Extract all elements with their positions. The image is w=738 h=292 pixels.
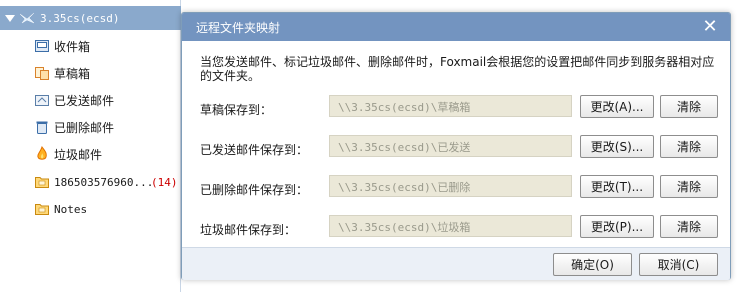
trash-icon	[36, 121, 48, 134]
clear-drafts-button[interactable]: 清除	[660, 95, 718, 118]
cancel-button[interactable]: 取消(C)	[639, 253, 718, 276]
folder-icon	[35, 204, 49, 215]
clear-deleted-button[interactable]: 清除	[660, 175, 718, 198]
sidebar-item-trash[interactable]: 已删除邮件	[0, 115, 181, 139]
sidebar-item-inbox[interactable]: 收件箱	[0, 34, 181, 58]
sent-path-field: \\3.35cs(ecsd)\已发送	[329, 135, 572, 157]
unread-count-badge: (14)	[151, 175, 178, 189]
change-sent-button[interactable]: 更改(S)...	[580, 135, 654, 158]
sidebar-item-junk[interactable]: 垃圾邮件	[0, 142, 181, 166]
sidebar-item-label: 已发送邮件	[54, 93, 115, 108]
junk-path-field: \\3.35cs(ecsd)\垃圾箱	[329, 215, 572, 237]
change-junk-button[interactable]: 更改(P)...	[580, 215, 654, 238]
folder-icon	[35, 177, 49, 188]
sent-mapping-label: 已发送邮件保存到：	[200, 143, 309, 157]
sidebar-item-sent[interactable]: 已发送邮件	[0, 88, 181, 112]
drafts-mapping-label: 草稿保存到：	[200, 103, 273, 117]
sidebar-item-label: 垃圾邮件	[54, 147, 103, 162]
dialog-titlebar[interactable]: 远程文件夹映射 ✕	[182, 13, 730, 41]
sidebar-item-label: 已删除邮件	[54, 120, 115, 135]
sidebar-item-drafts[interactable]: 草稿箱	[0, 61, 181, 85]
sidebar-item-label: Notes	[54, 202, 88, 216]
account-row[interactable]: 3.35cs(ecsd)	[0, 6, 181, 30]
clear-junk-button[interactable]: 清除	[660, 215, 718, 238]
sidebar-item-custom-folder[interactable]: 186503576960... (14)	[0, 170, 181, 194]
junk-icon	[37, 146, 47, 160]
change-drafts-button[interactable]: 更改(A)...	[580, 95, 654, 118]
change-deleted-button[interactable]: 更改(T)...	[580, 175, 654, 198]
close-icon[interactable]: ✕	[700, 16, 720, 37]
junk-mapping-label: 垃圾邮件保存到：	[200, 223, 297, 237]
sidebar-item-label: 收件箱	[54, 39, 91, 54]
sidebar-item-label: 186503576960...	[54, 175, 154, 189]
sidebar-item-label: 草稿箱	[54, 66, 91, 81]
dialog-title: 远程文件夹映射	[196, 21, 281, 35]
expand-triangle-icon[interactable]	[5, 14, 15, 22]
sent-icon	[35, 95, 49, 106]
account-swallow-icon	[19, 12, 35, 24]
remote-folder-mapping-dialog: 远程文件夹映射 ✕ 当您发送邮件、标记垃圾邮件、删除邮件时，Foxmail会根据…	[181, 12, 731, 280]
clear-sent-button[interactable]: 清除	[660, 135, 718, 158]
dialog-description: 当您发送邮件、标记垃圾邮件、删除邮件时，Foxmail会根据您的设置把邮件同步到…	[200, 55, 715, 83]
sidebar-item-notes[interactable]: Notes	[0, 197, 181, 221]
deleted-mapping-label: 已删除邮件保存到：	[200, 183, 309, 197]
ok-button[interactable]: 确定(O)	[553, 253, 632, 276]
drafts-icon	[35, 67, 49, 80]
folder-sidebar: 3.35cs(ecsd) 收件箱 草稿箱 已发送邮件 已删除邮件 垃圾邮件 18…	[0, 0, 181, 292]
account-name: 3.35cs(ecsd)	[40, 11, 120, 25]
inbox-icon	[35, 40, 49, 52]
drafts-path-field: \\3.35cs(ecsd)\草稿箱	[329, 95, 572, 117]
deleted-path-field: \\3.35cs(ecsd)\已删除	[329, 175, 572, 197]
